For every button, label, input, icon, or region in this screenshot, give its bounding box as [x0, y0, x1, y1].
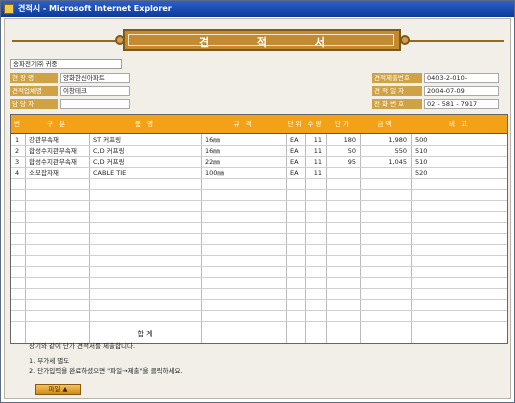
row-no: 1 — [15, 136, 20, 144]
row-qty: 11 — [313, 158, 322, 166]
grid-col-separator — [89, 134, 90, 343]
row-unit: EA — [290, 147, 299, 155]
row-no: 4 — [15, 169, 20, 177]
note-line-2: 1. 부가세 별도 — [29, 357, 70, 365]
grid-row-separator — [11, 211, 507, 212]
row-note: 500 — [415, 136, 428, 144]
file-menu-button[interactable]: 파일 ▲ — [35, 384, 81, 395]
row-note: 510 — [415, 158, 428, 166]
submit-no-field[interactable]: 0403-2-010- — [424, 73, 499, 83]
row-item: CABLE TIE — [93, 169, 127, 177]
banner-left-rule — [12, 40, 123, 42]
grid-row-separator — [11, 200, 507, 201]
row-unit: EA — [290, 158, 299, 166]
row-category: 강관부속재 — [29, 136, 59, 144]
row-amount: 550 — [394, 147, 407, 155]
note-line-1: 상기와 같이 단가 견적서를 제출합니다. — [29, 342, 136, 350]
note-line-3: 2. 단가입력을 완료하셨으면 "파일→제출"을 클릭하세요. — [29, 367, 183, 375]
row-spec: 100㎜ — [205, 169, 224, 177]
grid-row-separator — [11, 222, 507, 223]
grid-row-separator — [11, 266, 507, 267]
date-field[interactable]: 2004-07-09 — [424, 86, 499, 96]
header-qty: 수량 — [307, 120, 324, 128]
banner-right-ornament — [400, 35, 410, 45]
row-qty: 11 — [313, 136, 322, 144]
header-price: 단가 — [335, 120, 351, 128]
grid-row-separator — [11, 288, 507, 289]
grid-row-separator — [11, 255, 507, 256]
site-label: 현 장 명 — [10, 73, 58, 83]
ie-app-icon — [4, 4, 14, 14]
grid-col-separator — [286, 134, 287, 343]
row-note: 520 — [415, 169, 428, 177]
row-amount: 1,045 — [388, 158, 407, 166]
row-item: C,D 커프링 — [93, 147, 125, 155]
row-price[interactable]: 180 — [326, 135, 356, 145]
grid-row-separator — [11, 244, 507, 245]
quote-table: 번호 구 분 품 명 규 격 단위 수량 단가 금액 비 고 1 강관부속재 S… — [10, 114, 508, 344]
row-unit: EA — [290, 169, 299, 177]
grid-col-separator — [25, 134, 26, 343]
header-note: 비 고 — [448, 120, 470, 128]
row-amount — [360, 168, 407, 178]
grid-row-separator — [11, 310, 507, 311]
grid-col-separator — [411, 134, 412, 343]
header-unit: 단위 — [287, 120, 304, 128]
header-amount: 금액 — [377, 120, 394, 128]
table-header: 번호 구 분 품 명 규 격 단위 수량 단가 금액 비 고 — [11, 115, 507, 147]
row-spec: 22㎜ — [205, 158, 220, 166]
row-item: ST 커프링 — [93, 136, 122, 144]
banner-title: 견 적 서 — [198, 36, 348, 49]
recipient-field[interactable]: 송파전기㈜ 귀중 — [10, 59, 122, 69]
row-price[interactable]: 95 — [326, 157, 356, 167]
row-category: 합성수지관부속재 — [29, 147, 77, 155]
grid-row-separator — [11, 321, 507, 322]
grid-row-separator — [11, 299, 507, 300]
phone-field[interactable]: 02 - 581 - 7917 — [424, 99, 499, 109]
grid-row-separator — [11, 189, 507, 190]
sum-label: 합 계 — [137, 330, 153, 338]
header-category: 구 분 — [46, 120, 68, 128]
notes: 상기와 같이 단가 견적서를 제출합니다. 1. 부가세 별도 2. 단가입력을… — [29, 341, 183, 376]
browser-window: 견적시 - Microsoft Internet Explorer 견 적 서 … — [0, 0, 515, 403]
row-category: 소모잡자재 — [29, 169, 59, 177]
row-category: 합성수지관부속재 — [29, 158, 77, 166]
row-qty: 11 — [313, 169, 322, 177]
header-spec: 규 격 — [233, 120, 254, 128]
banner-right-rule — [401, 40, 504, 42]
quote-banner: 견 적 서 — [123, 29, 401, 51]
row-price[interactable]: 50 — [326, 146, 356, 156]
row-no: 2 — [15, 147, 20, 155]
site-field[interactable]: 양화한신아파트 — [60, 73, 130, 83]
company-label: 견적업체명 — [10, 86, 58, 96]
manager-field[interactable] — [60, 99, 130, 109]
row-spec: 16㎜ — [205, 136, 220, 144]
header-no: 번호 — [14, 120, 22, 147]
date-label: 견 적 일 자 — [372, 86, 422, 96]
row-price[interactable] — [326, 168, 356, 178]
row-item: C,D 커프링 — [93, 158, 125, 166]
window-title: 견적시 - Microsoft Internet Explorer — [18, 4, 172, 13]
row-note: 510 — [415, 147, 428, 155]
row-qty: 11 — [313, 147, 322, 155]
row-spec: 16㎜ — [205, 147, 220, 155]
grid-col-separator — [201, 134, 202, 343]
submit-no-label: 견적제출번호 — [372, 73, 422, 83]
row-unit: EA — [290, 136, 299, 144]
row-no: 3 — [15, 158, 20, 166]
quote-form: 견 적 서 송파전기㈜ 귀중 현 장 명 양화한신아파트 견적업체명 이창테크 … — [4, 18, 511, 399]
grid-row-separator — [11, 277, 507, 278]
grid-row-separator — [11, 178, 507, 179]
title-bar[interactable]: 견적시 - Microsoft Internet Explorer — [1, 1, 514, 17]
grid-row-separator — [11, 233, 507, 234]
phone-label: 전 화 번 호 — [372, 99, 422, 109]
row-amount: 1,980 — [388, 136, 407, 144]
header-item: 품 명 — [134, 120, 156, 128]
manager-label: 담 당 자 — [10, 99, 58, 109]
company-field[interactable]: 이창테크 — [60, 86, 130, 96]
